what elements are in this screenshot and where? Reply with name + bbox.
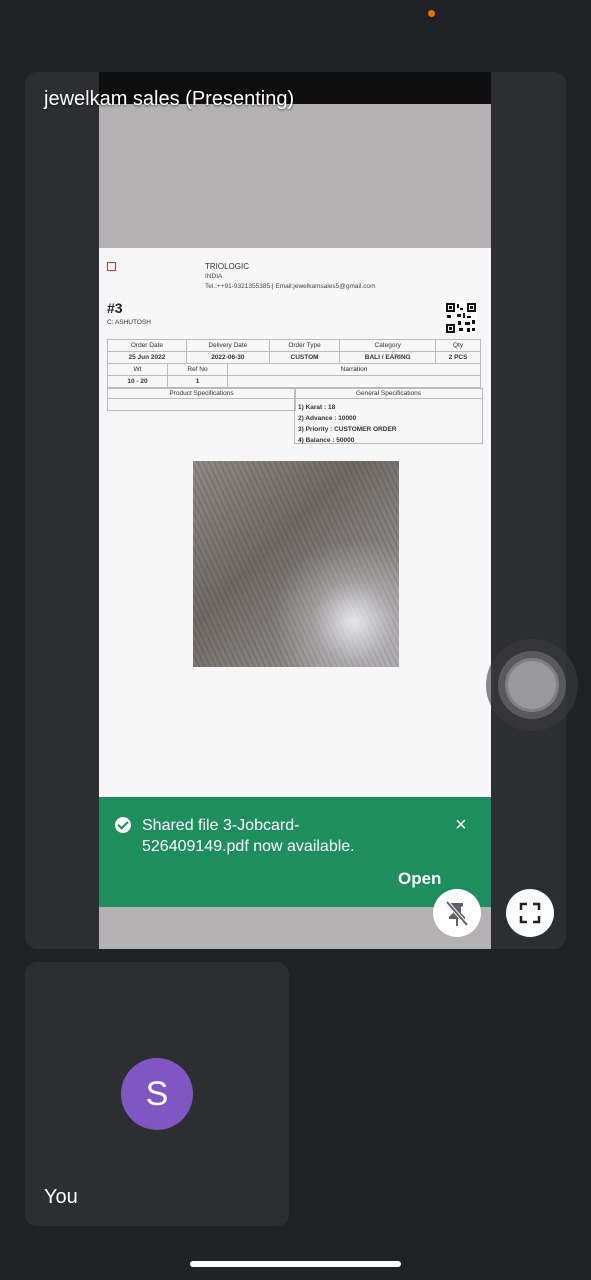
toast-message: Shared file 3-Jobcard-526409149.pdf now … xyxy=(142,817,355,855)
unpin-button[interactable] xyxy=(433,889,481,937)
toast-open-button[interactable]: Open xyxy=(398,869,441,889)
fullscreen-icon xyxy=(519,902,541,924)
order-info-table: Order Date Delivery Date Order Type Cate… xyxy=(107,339,481,364)
qr-code-icon xyxy=(445,302,477,334)
table-cell: BALI / EARING xyxy=(339,351,437,364)
company-name: TRIOLOGIC xyxy=(205,262,250,271)
table-cell: CUSTOM xyxy=(268,351,341,364)
customer-name: C: ASHUTOSH xyxy=(107,319,151,326)
spec-line: 4) Balance : 50000 xyxy=(298,437,355,444)
table-header: Ref No xyxy=(167,363,228,376)
assistive-core xyxy=(508,661,556,709)
table-header: Order Date xyxy=(107,339,187,352)
product-photo xyxy=(193,461,399,667)
check-circle-icon xyxy=(115,817,131,833)
table-cell: 2022-06-30 xyxy=(185,351,270,364)
fullscreen-button[interactable] xyxy=(506,889,554,937)
weight-ref-table: Wt Ref No Narration 10 - 20 1 xyxy=(107,363,481,388)
table-header: Wt xyxy=(107,363,168,376)
table-header: Order Type xyxy=(268,339,341,352)
toast-close-button[interactable]: × xyxy=(455,814,467,837)
table-header: Qty xyxy=(435,339,481,352)
table-cell: 10 - 20 xyxy=(107,375,168,388)
company-country: INDIA xyxy=(205,273,223,280)
presenter-name-label: jewelkam sales (Presenting) xyxy=(44,88,295,110)
table-cell: 25 Jun 2022 xyxy=(107,351,187,364)
company-logo-icon xyxy=(107,262,116,271)
order-number: #3 xyxy=(107,300,123,316)
recording-indicator-dot xyxy=(428,10,435,17)
table-header: Delivery Date xyxy=(185,339,270,352)
product-specifications: Product Specifications xyxy=(107,388,296,411)
jobcard-document: TRIOLOGIC INDIA Tel.:++91-9321355385 | E… xyxy=(99,248,491,800)
general-specifications: General Specifications 1) Karat : 18 2) … xyxy=(294,388,483,444)
table-header: Category xyxy=(339,339,437,352)
general-specs-title: General Specifications xyxy=(295,389,482,399)
product-specs-title: Product Specifications xyxy=(108,389,295,399)
table-header: Narration xyxy=(227,363,481,376)
company-contact: Tel.:++91-9321355385 | Email:jewelkamsal… xyxy=(205,283,376,290)
spec-line: 2) Advance : 10000 xyxy=(298,415,357,422)
table-cell: 2 PCS xyxy=(435,351,481,364)
self-label: You xyxy=(44,1186,78,1208)
home-indicator[interactable] xyxy=(190,1261,401,1267)
unpin-icon xyxy=(445,900,469,927)
table-cell: 1 xyxy=(167,375,228,388)
self-tile[interactable]: S You xyxy=(25,962,289,1226)
spec-line: 1) Karat : 18 xyxy=(298,404,336,411)
floating-assistive-button[interactable] xyxy=(486,639,578,731)
spec-line: 3) Priority : CUSTOMER ORDER xyxy=(298,426,397,433)
table-cell xyxy=(227,375,481,388)
avatar: S xyxy=(121,1058,193,1130)
company-header: TRIOLOGIC INDIA Tel.:++91-9321355385 | E… xyxy=(205,262,376,292)
screen-gray-area xyxy=(99,104,491,248)
